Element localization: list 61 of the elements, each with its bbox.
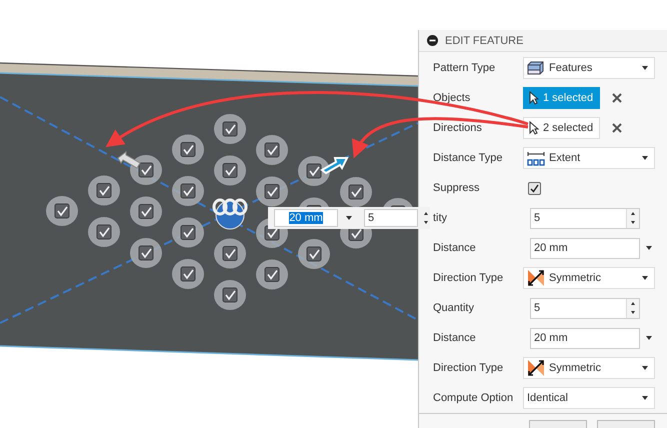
collapse-icon[interactable]	[427, 35, 438, 46]
arrow-handle-icon[interactable]	[117, 151, 141, 169]
cursor-icon	[529, 91, 539, 105]
field-label: Directions	[433, 122, 483, 134]
pattern-instance-icon[interactable]	[172, 218, 204, 248]
pattern-instance-icon[interactable]	[130, 155, 162, 185]
distance-field[interactable]: 20 mm	[530, 328, 640, 348]
panel-title: EDIT FEATURE	[445, 34, 524, 46]
field-label: Direction Type	[433, 362, 504, 374]
field-label: tity	[433, 212, 448, 224]
field-label: Suppress	[433, 182, 480, 194]
symmetric-icon	[527, 359, 545, 377]
close-icon[interactable]	[612, 93, 622, 103]
cursor-icon	[529, 121, 539, 135]
distance-field[interactable]: 20 mm	[274, 209, 338, 227]
field-label: Quantity	[433, 302, 475, 314]
field-label: Direction Type	[433, 272, 504, 284]
dropdown-icon[interactable]	[346, 216, 352, 220]
pattern-instance-icon[interactable]	[130, 238, 162, 268]
dropdown[interactable]: Identical	[523, 387, 655, 409]
field-label: Distance	[433, 242, 477, 254]
pattern-instance-icon[interactable]	[130, 196, 162, 226]
extent-icon	[527, 150, 545, 166]
symmetric-icon	[527, 269, 545, 287]
close-icon[interactable]	[612, 123, 622, 133]
dropdown[interactable]: Features	[523, 57, 655, 79]
selection-button[interactable]: 2 selected	[523, 117, 600, 139]
pattern-instance-icon[interactable]	[172, 134, 204, 164]
pattern-instance-icon[interactable]	[214, 280, 246, 310]
pattern-instance-icon[interactable]	[298, 156, 330, 186]
pattern-instance-icon[interactable]	[88, 217, 120, 247]
dropdown[interactable]: Extent	[523, 147, 655, 169]
dropdown-icon[interactable]	[646, 246, 652, 250]
pattern-instance-icon[interactable]	[298, 239, 330, 269]
pattern-instance-icon[interactable]	[88, 176, 120, 206]
quantity-field[interactable]: 5	[364, 209, 418, 227]
quantity-field[interactable]: 5	[530, 208, 640, 228]
distance-field[interactable]: 20 mm	[530, 238, 640, 258]
pattern-instance-icon[interactable]	[214, 114, 246, 144]
quantity-field[interactable]: 5	[530, 298, 640, 318]
pattern-instance-icon[interactable]	[214, 238, 246, 268]
cube-icon	[527, 60, 545, 76]
field-label: Compute Option	[433, 392, 514, 404]
pattern-instance-icon[interactable]	[256, 176, 288, 206]
dropdown[interactable]: Symmetric	[523, 357, 655, 379]
pattern-instance-icon[interactable]	[46, 196, 78, 226]
pattern-instance-icon[interactable]	[256, 260, 288, 290]
spinner-icon[interactable]	[421, 209, 430, 227]
field-label: Distance	[433, 332, 477, 344]
dropdown-icon[interactable]	[646, 336, 652, 340]
pattern-instance-icon[interactable]	[214, 156, 246, 186]
field-label: Pattern Type	[433, 62, 496, 74]
origin-icon[interactable]	[212, 198, 248, 230]
dropdown[interactable]: Symmetric	[523, 267, 655, 289]
field-label: Distance Type	[433, 152, 504, 164]
field-label: Objects	[433, 92, 472, 104]
pattern-instance-icon[interactable]	[340, 177, 372, 207]
checkbox[interactable]	[528, 182, 541, 194]
pattern-instance-icon[interactable]	[172, 176, 204, 206]
pattern-instance-icon[interactable]	[172, 259, 204, 289]
pattern-instance-icon[interactable]	[256, 135, 288, 165]
